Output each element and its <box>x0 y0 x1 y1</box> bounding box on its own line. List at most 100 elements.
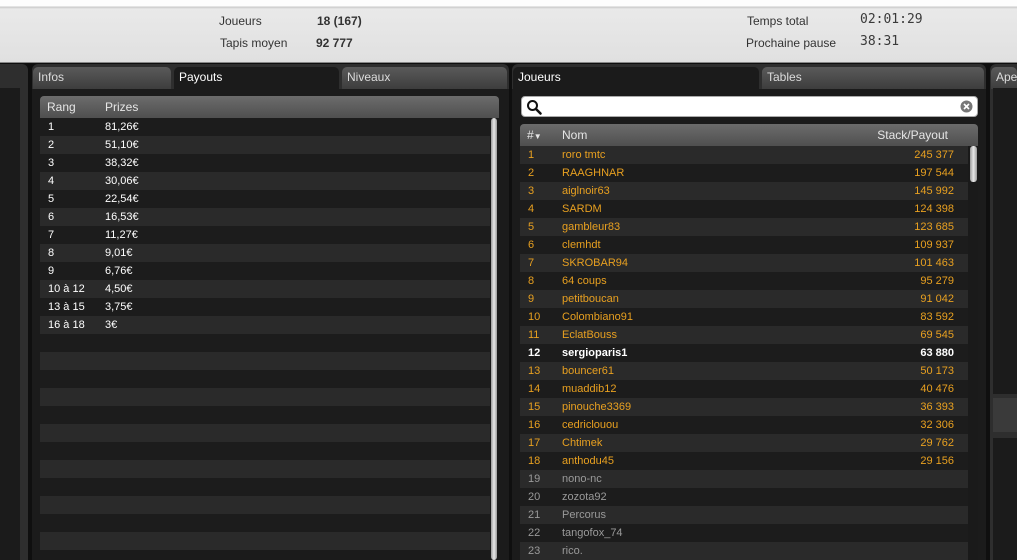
payout-empty-row <box>40 532 490 550</box>
player-name: tangofox_74 <box>562 527 623 539</box>
tab-payouts[interactable]: Payouts <box>174 67 339 91</box>
player-stack: 50 173 <box>920 365 954 377</box>
payout-prize: 11,27€ <box>105 229 138 241</box>
player-name: roro tmtc <box>562 149 606 161</box>
payout-prize: 81,26€ <box>105 121 139 133</box>
player-stack: 123 685 <box>914 221 954 233</box>
player-search-field[interactable] <box>521 96 978 117</box>
payouts-header: Rang Prizes <box>40 96 499 118</box>
left-edge-body <box>0 88 20 560</box>
player-name: anthodu45 <box>562 455 614 467</box>
player-name: nono-nc <box>562 473 602 485</box>
player-rank: 7 <box>528 257 535 269</box>
player-row[interactable]: 23 rico. <box>520 542 968 560</box>
payout-empty-row <box>40 460 490 478</box>
col-name[interactable]: Nom <box>562 128 587 142</box>
player-name: EclatBouss <box>562 329 618 341</box>
player-row[interactable]: 20 zozota92 <box>520 488 968 506</box>
payout-row: 16 à 18 3€ <box>40 316 490 334</box>
payout-empty-row <box>40 406 490 424</box>
payout-rank: 6 <box>48 211 55 223</box>
players-scroll-thumb[interactable] <box>970 146 977 182</box>
player-rank: 20 <box>528 491 541 503</box>
player-row[interactable]: 15 pinouche3369 36 393 <box>520 398 968 416</box>
player-stack: 36 393 <box>920 401 954 413</box>
player-rank: 9 <box>528 293 535 305</box>
player-row[interactable]: 12 sergioparis1 63 880 <box>520 344 968 362</box>
player-name: Chtimek <box>562 437 603 449</box>
player-rank: 16 <box>528 419 541 431</box>
payout-prize: 51,10€ <box>105 139 139 151</box>
player-name: Percorus <box>562 509 607 521</box>
player-name: petitboucan <box>562 293 619 305</box>
player-row[interactable]: 13 bouncer61 50 173 <box>520 362 968 380</box>
player-row[interactable]: 2 RAAGHNAR 197 544 <box>520 164 968 182</box>
player-row[interactable]: 6 clemhdt 109 937 <box>520 236 968 254</box>
tab-joueurs[interactable]: Joueurs <box>513 67 759 91</box>
player-row[interactable]: 19 nono-nc <box>520 470 968 488</box>
clear-search-icon[interactable] <box>960 100 973 113</box>
player-row[interactable]: 7 SKROBAR94 101 463 <box>520 254 968 272</box>
tab-niveaux[interactable]: Niveaux <box>342 67 507 89</box>
payouts-scroll-thumb[interactable] <box>491 118 497 560</box>
player-row[interactable]: 16 cedriclouou 32 306 <box>520 416 968 434</box>
next-break-value: 38:31 <box>860 34 900 49</box>
payout-empty-row <box>40 388 490 406</box>
payout-rank: 9 <box>48 265 55 277</box>
player-row[interactable]: 14 muaddib12 40 476 <box>520 380 968 398</box>
players-value: 18 (167) <box>317 14 362 28</box>
payout-row: 10 à 12 4,50€ <box>40 280 490 298</box>
player-stack: 245 377 <box>914 149 954 161</box>
player-rank: 11 <box>528 329 540 341</box>
col-prizes[interactable]: Prizes <box>105 100 138 114</box>
player-row[interactable]: 11 EclatBouss 69 545 <box>520 326 968 344</box>
player-rank: 15 <box>528 401 541 413</box>
player-name: gambleur83 <box>562 221 621 233</box>
player-stack: 109 937 <box>914 239 954 251</box>
player-row[interactable]: 18 anthodu45 29 156 <box>520 452 968 470</box>
payout-prize: 3€ <box>105 319 118 331</box>
left-edge-panel <box>0 64 28 560</box>
player-row[interactable]: 17 Chtimek 29 762 <box>520 434 968 452</box>
player-row[interactable]: 4 SARDM 124 398 <box>520 200 968 218</box>
player-rank: 1 <box>528 149 535 161</box>
player-row[interactable]: 5 gambleur83 123 685 <box>520 218 968 236</box>
player-rank: 4 <box>528 203 535 215</box>
payout-row: 7 11,27€ <box>40 226 490 244</box>
right-edge-lower <box>993 438 1017 560</box>
player-row[interactable]: 3 aiglnoir63 145 992 <box>520 182 968 200</box>
tab-infos[interactable]: Infos <box>33 67 171 89</box>
payouts-scrollbar[interactable] <box>490 118 498 560</box>
player-row[interactable]: 10 Colombiano91 83 592 <box>520 308 968 326</box>
col-rank[interactable]: Rang <box>47 100 76 114</box>
player-name: RAAGHNAR <box>562 167 625 179</box>
col-num[interactable]: #▼ <box>527 128 542 142</box>
total-time-value: 02:01:29 <box>860 12 923 27</box>
player-rank: 17 <box>528 437 541 449</box>
payout-empty-row <box>40 496 490 514</box>
player-stack: 83 592 <box>920 311 954 323</box>
player-rank: 23 <box>528 545 541 557</box>
player-name: bouncer61 <box>562 365 614 377</box>
players-scrollbar[interactable] <box>968 146 978 560</box>
payout-row: 6 16,53€ <box>40 208 490 226</box>
player-row[interactable]: 22 tangofox_74 <box>520 524 968 542</box>
player-rank: 3 <box>528 185 535 197</box>
payout-rank: 16 à 18 <box>48 319 85 331</box>
payout-row: 8 9,01€ <box>40 244 490 262</box>
tab-tables[interactable]: Tables <box>762 67 984 89</box>
player-name: Colombiano91 <box>562 311 633 323</box>
payout-row: 2 51,10€ <box>40 136 490 154</box>
player-row[interactable]: 9 petitboucan 91 042 <box>520 290 968 308</box>
payout-rank: 1 <box>48 121 55 133</box>
col-stack[interactable]: Stack/Payout <box>877 128 948 142</box>
player-row[interactable]: 8 64 coups 95 279 <box>520 272 968 290</box>
payout-rank: 13 à 15 <box>48 301 85 313</box>
player-row[interactable]: 21 Percorus <box>520 506 968 524</box>
player-name: SKROBAR94 <box>562 257 629 269</box>
total-time-label: Temps total <box>747 14 809 28</box>
tab-ape[interactable]: Ape <box>991 67 1017 89</box>
player-row[interactable]: 1 roro tmtc 245 377 <box>520 146 968 164</box>
player-stack: 29 762 <box>920 437 954 449</box>
next-break-label: Prochaine pause <box>746 36 837 50</box>
